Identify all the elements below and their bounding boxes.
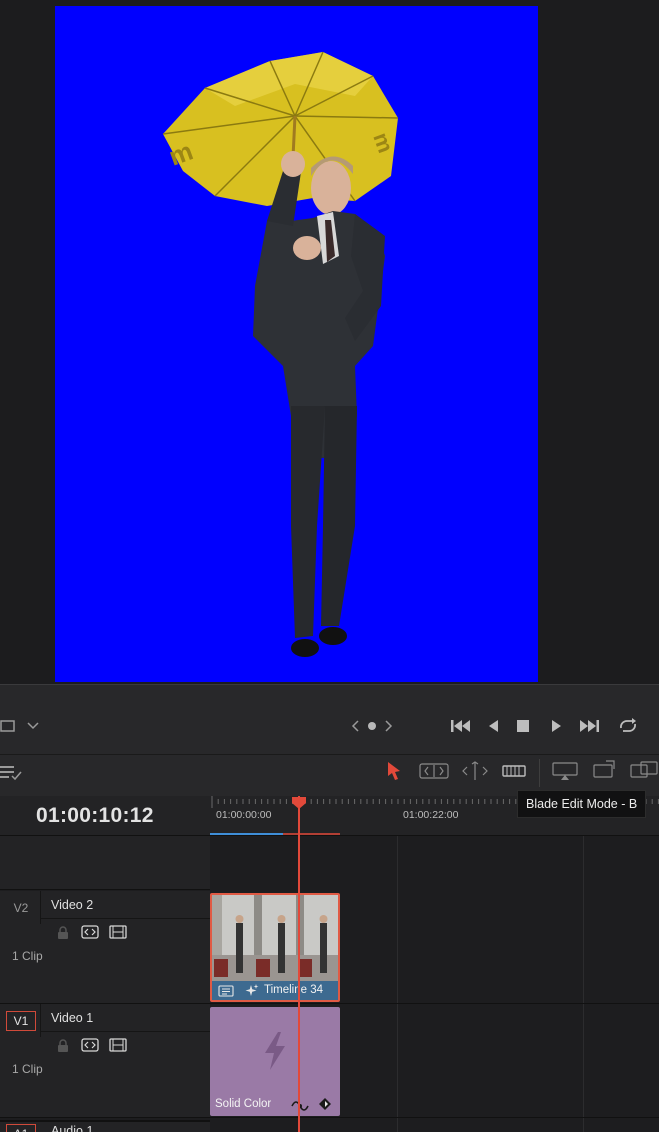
- auto-select-icon[interactable]: [81, 925, 99, 939]
- track-name-a1[interactable]: Audio 1: [51, 1124, 93, 1132]
- curve-keyframe-icon[interactable]: [290, 1096, 310, 1112]
- timeline-clip-icon: [218, 985, 234, 997]
- viewer-panel: m m: [0, 0, 659, 684]
- overwrite-clip-icon[interactable]: [592, 759, 618, 781]
- timecode-display[interactable]: 01:00:10:12: [36, 804, 154, 828]
- panel-divider[interactable]: [0, 684, 659, 698]
- timecode-panel: 01:00:10:12: [0, 796, 210, 836]
- insert-clip-icon[interactable]: [550, 760, 580, 782]
- man-with-umbrella-image: m m: [162, 51, 398, 657]
- clip-label-bar: Timeline 34: [212, 981, 338, 1000]
- replace-clip-icon[interactable]: [629, 759, 659, 781]
- track-name-v2[interactable]: Video 2: [51, 898, 93, 912]
- track-header-v2[interactable]: V2 Video 2 1 Clip: [0, 891, 210, 1004]
- track-divider: [40, 1031, 210, 1032]
- timeline-header-spacer: [0, 836, 210, 890]
- blade-tool-icon[interactable]: [501, 761, 527, 781]
- skip-back-icon[interactable]: [450, 718, 472, 734]
- playhead-line[interactable]: [298, 796, 300, 1132]
- loop-icon[interactable]: [617, 717, 639, 735]
- jog-left-icon[interactable]: [351, 720, 361, 732]
- trim-tool-icon[interactable]: [419, 761, 449, 781]
- timeline-panel: 01:00:10:12 01:00:00:00 01:00:22:00 01:0…: [0, 796, 659, 1132]
- selection-tool-icon[interactable]: [386, 761, 402, 781]
- clip-timeline-34[interactable]: Timeline 34: [210, 893, 340, 1002]
- keyframe-diamond-icon[interactable]: [317, 1096, 333, 1112]
- dynamic-trim-icon[interactable]: [460, 760, 490, 782]
- clip-label-timeline-34: Timeline 34: [264, 984, 324, 996]
- chevron-down-icon[interactable]: [27, 721, 39, 731]
- track-divider: [40, 1004, 41, 1037]
- track-id-v2[interactable]: V2: [6, 898, 36, 918]
- clip-count-v2: 1 Clip: [12, 949, 43, 963]
- toolbar-divider: [539, 759, 540, 787]
- skip-forward-icon[interactable]: [578, 718, 600, 734]
- track-divider: [40, 891, 41, 924]
- lock-icon[interactable]: [57, 1039, 69, 1053]
- ruler-label-mid: 01:00:22:00: [403, 809, 459, 821]
- auto-select-icon[interactable]: [81, 1038, 99, 1052]
- clip-thumbnails: [212, 895, 338, 981]
- viewer-frame[interactable]: m m: [55, 6, 538, 682]
- timeline-options-icon[interactable]: [0, 762, 24, 782]
- playhead-handle[interactable]: [291, 796, 307, 810]
- clip-count-v1: 1 Clip: [12, 1062, 43, 1076]
- clip-label-solid-color: Solid Color: [215, 1098, 272, 1110]
- sparkle-effects-icon: [245, 984, 259, 996]
- film-strip-icon[interactable]: [109, 1038, 127, 1052]
- track-name-v1[interactable]: Video 1: [51, 1011, 93, 1025]
- lock-icon[interactable]: [57, 926, 69, 940]
- track-header-a1[interactable]: A1 Audio 1: [0, 1120, 210, 1132]
- transport-bar: [0, 698, 659, 754]
- stop-icon[interactable]: [516, 719, 530, 733]
- blade-edit-tooltip: Blade Edit Mode - B: [517, 790, 647, 818]
- play-icon[interactable]: [549, 718, 563, 734]
- jog-right-icon[interactable]: [383, 720, 393, 732]
- play-reverse-icon[interactable]: [486, 718, 500, 734]
- track-id-a1[interactable]: A1: [6, 1124, 36, 1132]
- track-divider: [40, 918, 210, 919]
- track-header-v1[interactable]: V1 Video 1 1 Clip: [0, 1004, 210, 1118]
- film-strip-icon[interactable]: [109, 925, 127, 939]
- jog-dot-icon[interactable]: [367, 721, 377, 731]
- clip-solid-color[interactable]: Solid Color: [210, 1007, 340, 1116]
- ruler-label-start: 01:00:00:00: [216, 809, 272, 821]
- track-id-v1[interactable]: V1: [6, 1011, 36, 1031]
- clip-view-icon[interactable]: [0, 719, 16, 733]
- lightning-generator-icon: [265, 1032, 285, 1070]
